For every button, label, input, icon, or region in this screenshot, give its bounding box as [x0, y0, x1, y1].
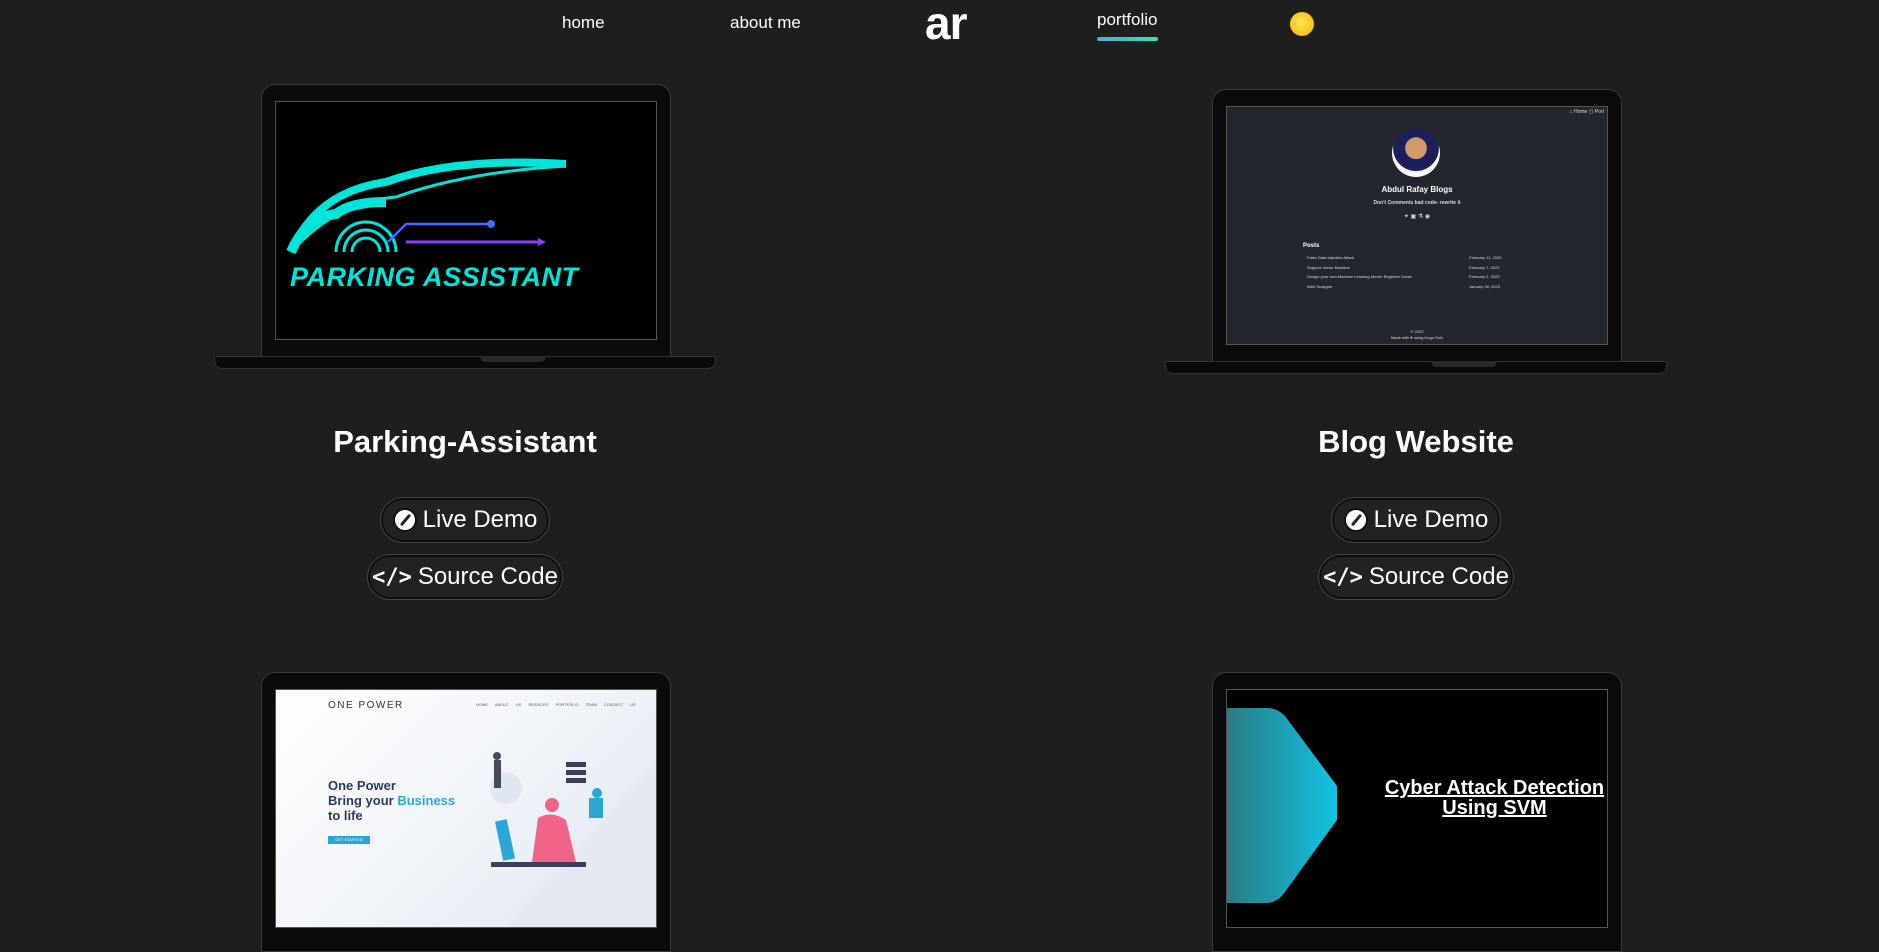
active-nav-underline [1097, 37, 1158, 41]
compass-icon [392, 508, 417, 532]
posts-heading: Posts [1303, 243, 1320, 249]
laptop-lid: ONE POWER HOME ABOUT US SERVICES PORTFOL… [261, 672, 671, 952]
source-code-button[interactable]: </> Source Code [1319, 555, 1513, 599]
laptop-notch [1431, 361, 1497, 367]
sun-icon[interactable] [1290, 12, 1314, 36]
avatar [1392, 129, 1440, 177]
nav-portfolio-link[interactable]: portfolio [1097, 10, 1157, 30]
project-screenshot[interactable]: ONE POWER HOME ABOUT US SERVICES PORTFOL… [275, 689, 657, 928]
post-title[interactable]: Web Scrapper [1307, 282, 1412, 292]
laptop-lid: Cyber Attack Detection Using SVM [1212, 672, 1622, 952]
source-code-label: Source Code [1368, 563, 1509, 590]
blog-name: Abdul Rafay Blogs [1381, 185, 1453, 194]
post-date: January 26, 2023 [1469, 283, 1500, 289]
illustration-icon [490, 752, 656, 927]
laptop-lid: PARKING ASSISTANT [261, 84, 671, 364]
top-nav: home about me ar portfolio [0, 0, 1879, 60]
social-icons: ✦ ▣ ⚗ ◉ [1403, 214, 1431, 220]
blog-footer-credit: Made with ♥ using Hugo Solo [1390, 335, 1444, 340]
post-title[interactable]: Design your own Machine Learning Model: … [1307, 272, 1412, 282]
code-icon: </> [1323, 564, 1363, 590]
live-demo-label: Live Demo [422, 506, 538, 533]
live-demo-label: Live Demo [1373, 506, 1489, 533]
cyber-title: Cyber Attack Detection Using SVM [1384, 777, 1605, 819]
source-code-button[interactable]: </> Source Code [368, 555, 562, 599]
blog-footer: © 2023 [1410, 329, 1424, 334]
chevron-logo-icon [1227, 708, 1337, 903]
project-screenshot[interactable]: Cyber Attack Detection Using SVM [1226, 689, 1608, 928]
project-title: Parking-Assistant [333, 424, 597, 459]
post-date: February 7, 2023 [1469, 264, 1500, 270]
laptop-notch [480, 356, 546, 362]
source-code-label: Source Code [417, 563, 558, 590]
post-date: February 2, 2023 [1469, 274, 1500, 279]
laptop-base [1165, 361, 1667, 374]
nav-home-link[interactable]: home [562, 13, 605, 33]
site-logo[interactable]: ar [925, 0, 967, 50]
blog-tagline: Don't Comments bad code- rewrite it [1373, 200, 1461, 206]
blog-nav: ⌂ Home ▢ Port [1569, 109, 1604, 115]
live-demo-button[interactable]: Live Demo [381, 498, 549, 542]
laptop-lid: ⌂ Home ▢ Port Abdul Rafay Blogs Don't Co… [1212, 89, 1622, 369]
post-title[interactable]: Support Vector Machine [1307, 263, 1412, 273]
post-list: False Data Injection Attack Support Vect… [1307, 253, 1412, 291]
live-demo-button[interactable]: Live Demo [1332, 498, 1500, 542]
project-title: Blog Website [1318, 424, 1514, 459]
post-dates: February 11, 2023 February 7, 2023 Febru… [1469, 253, 1501, 291]
nav-about-link[interactable]: about me [730, 13, 801, 33]
project-screenshot[interactable]: ⌂ Home ▢ Port Abdul Rafay Blogs Don't Co… [1226, 106, 1608, 345]
car-logo-icon [286, 158, 567, 255]
project-screenshot[interactable]: PARKING ASSISTANT [275, 101, 657, 340]
code-icon: </> [372, 564, 412, 590]
parking-logo-text: PARKING ASSISTANT [290, 262, 579, 292]
compass-icon [1343, 508, 1368, 532]
post-date: February 11, 2023 [1469, 255, 1502, 260]
laptop-base [214, 356, 716, 369]
post-title[interactable]: False Data Injection Attack [1307, 253, 1412, 263]
